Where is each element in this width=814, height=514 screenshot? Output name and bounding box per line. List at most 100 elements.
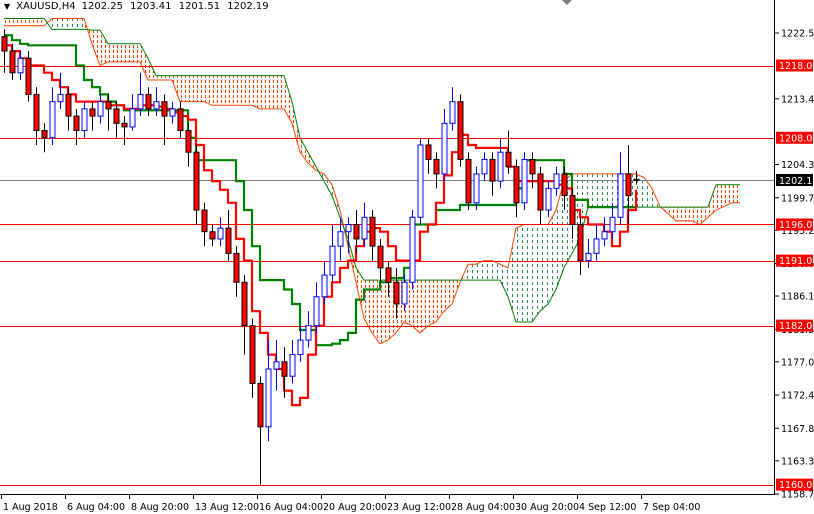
candle-body: [89, 108, 96, 117]
candle-body: [185, 130, 192, 153]
cloud-bull-segment: [588, 173, 596, 208]
cloud-bull-segment: [644, 177, 652, 208]
cloud-bull-segment: [604, 173, 612, 208]
cloud-bear-segment: [20, 18, 28, 26]
candle-body: [457, 101, 464, 160]
candle-body: [569, 195, 576, 225]
cloud-bull-segment: [524, 224, 532, 323]
chart-window[interactable]: 1222.501213.401204.301199.701195.201190.…: [0, 0, 814, 514]
level-price-label: 1208.00: [779, 133, 814, 144]
y-tick-label: 1204.30: [781, 160, 814, 171]
candle: [57, 72, 64, 109]
candle-body: [297, 339, 304, 356]
candle: [609, 202, 616, 239]
x-tick-label: 16 Aug 04:00: [259, 502, 323, 513]
candle-body: [537, 173, 544, 211]
candle: [417, 137, 424, 225]
x-tick-label: 7 Sep 04:00: [643, 502, 700, 513]
candle: [177, 101, 184, 138]
candle-body: [193, 151, 200, 211]
candle: [369, 210, 376, 261]
candle-body: [169, 108, 176, 117]
candle: [449, 87, 456, 131]
candle-body: [521, 158, 528, 204]
candle-body: [361, 216, 368, 240]
candle-body: [353, 223, 360, 240]
candle: [225, 210, 232, 261]
level-price-label: 1196.00: [779, 220, 814, 231]
candle-body: [257, 382, 264, 428]
candle: [537, 166, 544, 225]
cloud-bear-segment: [156, 75, 164, 80]
candle-body: [65, 93, 72, 117]
cloud-bull-segment: [60, 18, 68, 30]
candle-body: [217, 227, 224, 240]
x-tick-label: 8 Aug 20:00: [131, 502, 189, 513]
candle-body: [465, 158, 472, 204]
candle: [361, 202, 368, 247]
candle-body: [81, 108, 88, 132]
candle: [81, 101, 88, 138]
candle: [49, 87, 56, 146]
cloud-bear-segment: [436, 280, 444, 323]
candle: [25, 51, 32, 102]
candle-body: [129, 108, 136, 128]
candle: [129, 94, 136, 131]
candle: [441, 108, 448, 182]
candle: [217, 217, 224, 247]
candle-body: [473, 173, 480, 204]
candle: [105, 94, 112, 131]
y-tick-label: 1163.30: [781, 456, 814, 467]
cloud-bear-segment: [100, 30, 108, 66]
cloud-bear-segment: [268, 75, 276, 109]
candle-body: [377, 245, 384, 269]
cloud-bear-segment: [132, 43, 140, 62]
candle: [433, 152, 440, 189]
chart-shift-marker-icon[interactable]: [562, 0, 572, 5]
cloud-bear-segment: [420, 280, 428, 333]
candle: [457, 94, 464, 167]
candle-body: [1, 36, 8, 52]
cloud-bear-segment: [244, 75, 252, 106]
dropdown-triangle-icon[interactable]: ▼: [4, 2, 10, 11]
candle: [257, 376, 264, 485]
cloud-bear-segment: [276, 75, 284, 109]
candle: [593, 224, 600, 261]
x-tick-label: 1 Aug 2018: [3, 502, 58, 513]
candle: [625, 145, 632, 225]
x-axis: 1 Aug 2018 6 Aug 04:00 8 Aug 20:00 13 Aug 1…: [1, 495, 700, 513]
y-axis: 1222.501213.401204.301199.701195.201190.…: [775, 29, 814, 501]
candle: [17, 51, 24, 80]
x-tick-label: 13 Aug 12:00: [195, 502, 259, 513]
cloud-bear-segment: [668, 207, 676, 221]
candle: [169, 101, 176, 124]
candle: [249, 318, 256, 398]
chart-header: ▼ XAUUSD,H4 1202.25 1203.41 1201.51 1202…: [4, 1, 273, 12]
candle-body: [233, 252, 240, 283]
candle: [601, 217, 608, 247]
candle-body: [513, 166, 520, 204]
candle: [241, 275, 248, 355]
candle: [489, 152, 496, 196]
candle-body: [137, 93, 144, 110]
cloud-bear-segment: [164, 75, 172, 80]
candle: [145, 87, 152, 117]
candle: [473, 166, 480, 211]
candle-body: [489, 158, 496, 182]
cloud-bear-segment: [700, 207, 708, 225]
price-chart[interactable]: 1222.501213.401204.301199.701195.201190.…: [0, 0, 814, 514]
candle: [577, 217, 584, 276]
candle-body: [97, 101, 104, 117]
candle: [113, 101, 120, 138]
candle-body: [593, 238, 600, 254]
senkou-span-b-line: [4, 18, 740, 323]
candle-body: [73, 115, 80, 132]
candle-body: [273, 361, 280, 370]
cloud-bull-segment: [500, 264, 508, 297]
cloud-bear-segment: [108, 43, 116, 62]
candle-body: [609, 216, 616, 233]
candle-body: [281, 361, 288, 377]
candle: [73, 108, 80, 146]
candle-body: [49, 101, 56, 139]
cloud-bear-segment: [28, 18, 36, 26]
